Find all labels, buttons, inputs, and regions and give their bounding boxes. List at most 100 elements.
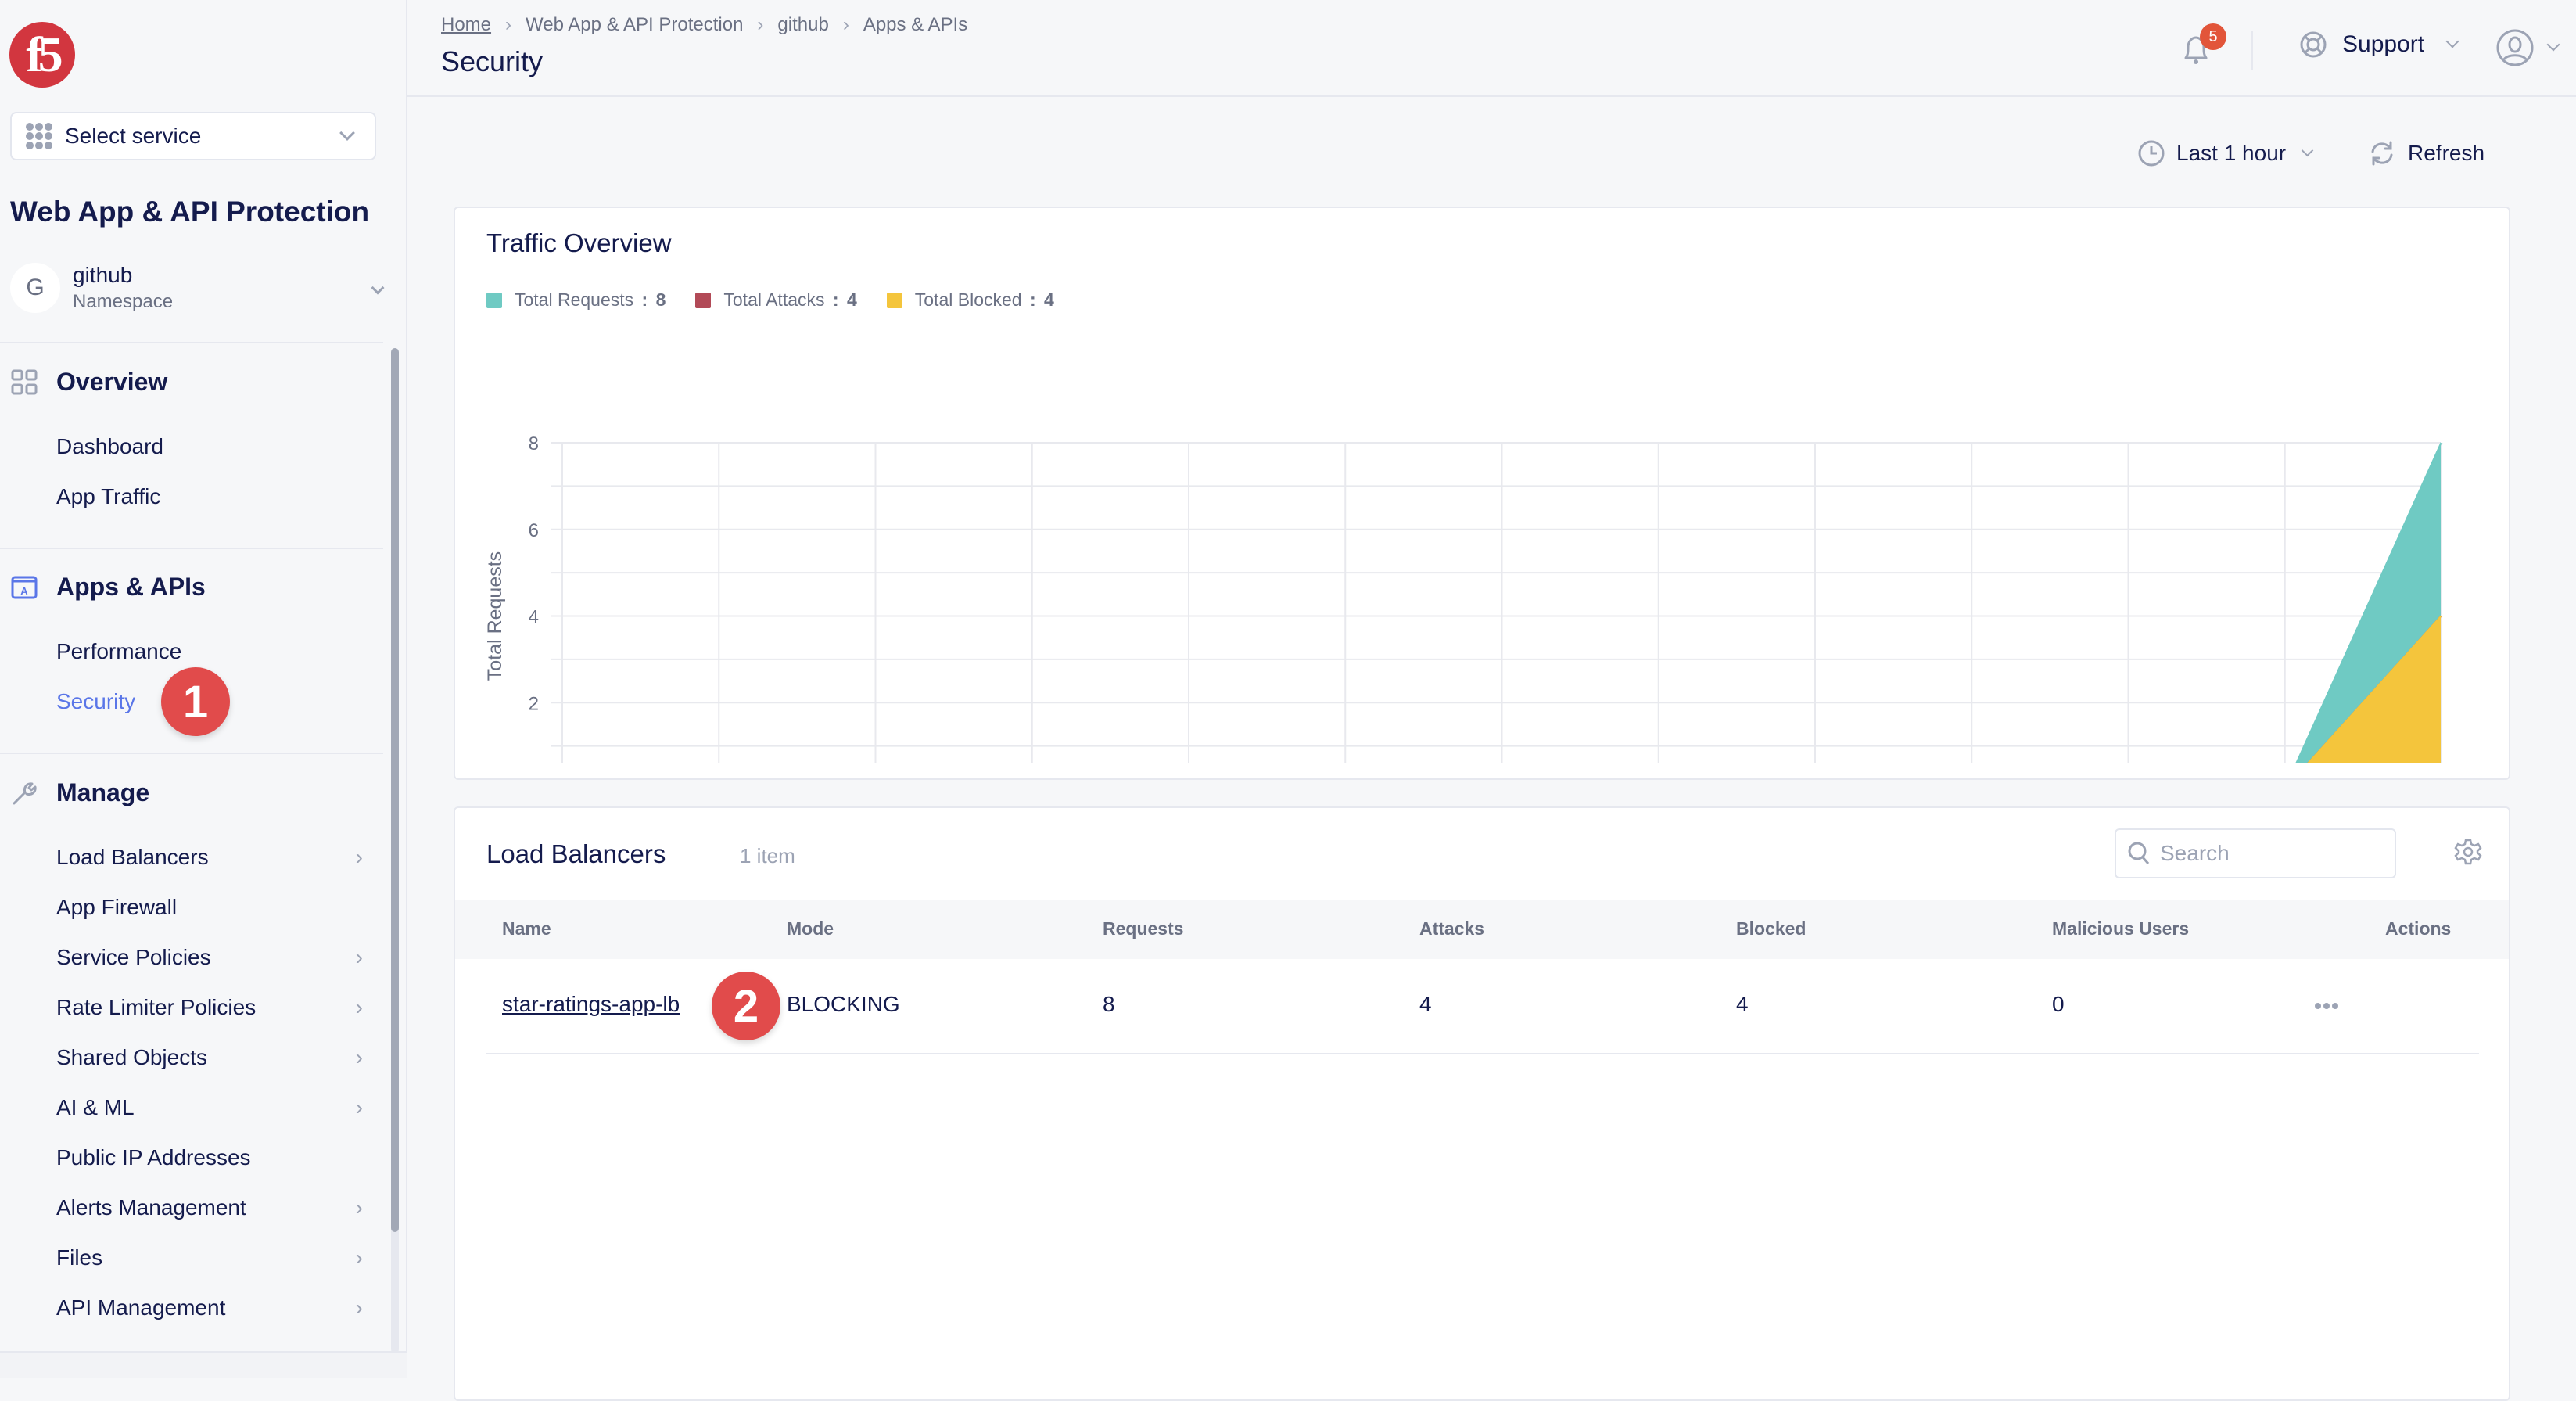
- column-header-attacks[interactable]: Attacks: [1419, 918, 1484, 939]
- wrench-icon: [11, 780, 38, 806]
- legend-swatch: [695, 292, 712, 308]
- namespace-label: Namespace: [73, 291, 174, 312]
- chevron-right-icon: ›: [355, 1295, 363, 1320]
- breadcrumb-separator-icon: ›: [757, 14, 764, 35]
- sidebar-item-shared-objects[interactable]: Shared Objects ›: [56, 1038, 369, 1077]
- support-label: Support: [2342, 31, 2425, 57]
- sidebar-item-label: App Traffic: [56, 484, 161, 508]
- legend-item-total-attacks[interactable]: Total Attacks : 4: [695, 289, 857, 311]
- column-header-actions: Actions: [2385, 918, 2452, 939]
- sidebar-item-dashboard[interactable]: Dashboard: [56, 427, 369, 466]
- column-header-name[interactable]: Name: [502, 918, 551, 939]
- column-header-blocked[interactable]: Blocked: [1736, 918, 1806, 939]
- namespace-selector[interactable]: G github Namespace: [10, 260, 393, 316]
- column-header-requests[interactable]: Requests: [1103, 918, 1184, 939]
- section-manage[interactable]: Manage: [11, 778, 149, 807]
- divider: [0, 753, 383, 754]
- item-count: 1 item: [740, 844, 795, 868]
- legend-item-total-requests[interactable]: Total Requests : 8: [486, 289, 666, 311]
- column-header-malicious-users[interactable]: Malicious Users: [2052, 918, 2189, 939]
- refresh-icon: [2371, 141, 2393, 166]
- traffic-chart: 02468Total Requests7:30 PM, Jun 37:45 PM…: [484, 433, 2443, 763]
- table-settings-gear-icon[interactable]: [2454, 838, 2482, 870]
- search-field[interactable]: [2115, 828, 2396, 878]
- select-service-label: Select service: [65, 124, 202, 148]
- sidebar-item-files[interactable]: Files ›: [56, 1238, 369, 1277]
- sidebar-item-label: AI & ML: [56, 1095, 135, 1119]
- sidebar-item-performance[interactable]: Performance: [56, 632, 369, 671]
- legend-swatch: [886, 292, 902, 308]
- section-title: Overview: [56, 368, 168, 396]
- sidebar-item-public-ip-addresses[interactable]: Public IP Addresses: [56, 1138, 369, 1177]
- chevron-right-icon: ›: [355, 1095, 363, 1119]
- f5-logo[interactable]: f5: [9, 22, 75, 88]
- select-service-dropdown[interactable]: Select service: [10, 112, 376, 160]
- svg-text:A: A: [20, 585, 28, 597]
- breadcrumb-item[interactable]: github: [777, 14, 828, 36]
- namespace-avatar: G: [10, 263, 60, 313]
- scrollbar-thumb[interactable]: [391, 348, 399, 1232]
- sidebar: f5 Select service Web App & API Protecti…: [0, 0, 407, 1378]
- breadcrumb-item[interactable]: Web App & API Protection: [526, 14, 743, 36]
- grid-icon: [11, 369, 38, 396]
- section-apps-apis[interactable]: A Apps & APIs: [11, 573, 206, 602]
- lb-blocked: 4: [1736, 992, 1749, 1016]
- sidebar-item-alerts-management[interactable]: Alerts Management ›: [56, 1188, 369, 1227]
- section-overview[interactable]: Overview: [11, 368, 167, 397]
- sidebar-item-app-firewall[interactable]: App Firewall: [56, 888, 369, 927]
- row-actions-more-icon[interactable]: [2315, 1003, 2341, 1009]
- legend-label: Total Blocked: [914, 289, 1022, 310]
- chevron-right-icon: ›: [355, 1195, 363, 1220]
- chevron-right-icon: ›: [355, 995, 363, 1019]
- sidebar-item-label: Load Balancers: [56, 845, 209, 869]
- user-avatar-icon: [2496, 29, 2534, 66]
- breadcrumb-separator-icon: ›: [842, 14, 849, 35]
- notification-count-badge: 5: [2200, 23, 2226, 50]
- chevron-down-icon: [2301, 144, 2314, 156]
- callout-badge-1: 1: [161, 667, 230, 736]
- chevron-down-icon: [371, 281, 385, 295]
- sidebar-item-label: Files: [56, 1245, 103, 1270]
- y-tick-label: 6: [529, 520, 539, 541]
- sidebar-scrollbar[interactable]: [391, 348, 399, 1353]
- chevron-down-icon: [2546, 38, 2560, 52]
- lb-name-link[interactable]: star-ratings-app-lb: [502, 992, 680, 1017]
- legend-label: Total Attacks: [723, 289, 825, 310]
- namespace-name: github: [73, 263, 133, 287]
- app-icon: A: [11, 574, 38, 601]
- divider: [0, 548, 383, 549]
- legend-swatch: [486, 292, 502, 308]
- sidebar-item-rate-limiter-policies[interactable]: Rate Limiter Policies ›: [56, 988, 369, 1027]
- sidebar-item-service-policies[interactable]: Service Policies ›: [56, 938, 369, 977]
- sidebar-item-label: API Management: [56, 1295, 226, 1320]
- load-balancers-card: Load Balancers 1 item Name Mode Requests…: [454, 806, 2510, 1401]
- sidebar-item-label: Public IP Addresses: [56, 1145, 251, 1169]
- column-header-mode[interactable]: Mode: [787, 918, 834, 939]
- time-range-dropdown[interactable]: Last 1 hour: [2137, 139, 2314, 167]
- sidebar-item-label: App Firewall: [56, 895, 178, 919]
- lb-attacks: 4: [1419, 992, 1432, 1016]
- support-menu[interactable]: Support: [2298, 30, 2459, 59]
- refresh-button[interactable]: Refresh: [2369, 139, 2485, 167]
- sidebar-item-ai-ml[interactable]: AI & ML ›: [56, 1088, 369, 1127]
- sidebar-item-app-traffic[interactable]: App Traffic: [56, 477, 369, 516]
- breadcrumb-item[interactable]: Apps & APIs: [863, 14, 967, 36]
- sidebar-item-api-management[interactable]: API Management ›: [56, 1288, 369, 1327]
- user-menu[interactable]: [2495, 28, 2560, 67]
- sidebar-item-label: Dashboard: [56, 434, 163, 458]
- chevron-right-icon: ›: [355, 1245, 363, 1270]
- page-title: Security: [441, 45, 544, 77]
- divider: [0, 342, 383, 343]
- chart-legend: Total Requests : 8 Total Attacks : 4 Tot…: [486, 289, 1084, 311]
- main-content: Home › Web App & API Protection › github…: [407, 0, 2576, 1401]
- sidebar-item-load-balancers[interactable]: Load Balancers ›: [56, 838, 369, 877]
- lb-mode: BLOCKING: [787, 992, 900, 1016]
- y-tick-label: 2: [529, 693, 539, 714]
- sidebar-item-label: Shared Objects: [56, 1045, 207, 1069]
- lifebuoy-icon: [2300, 31, 2327, 58]
- legend-item-total-blocked[interactable]: Total Blocked : 4: [886, 289, 1054, 311]
- legend-label: Total Requests: [515, 289, 634, 310]
- search-input[interactable]: [2160, 841, 2379, 866]
- breadcrumb-home[interactable]: Home: [441, 14, 491, 36]
- time-range-label: Last 1 hour: [2176, 141, 2287, 165]
